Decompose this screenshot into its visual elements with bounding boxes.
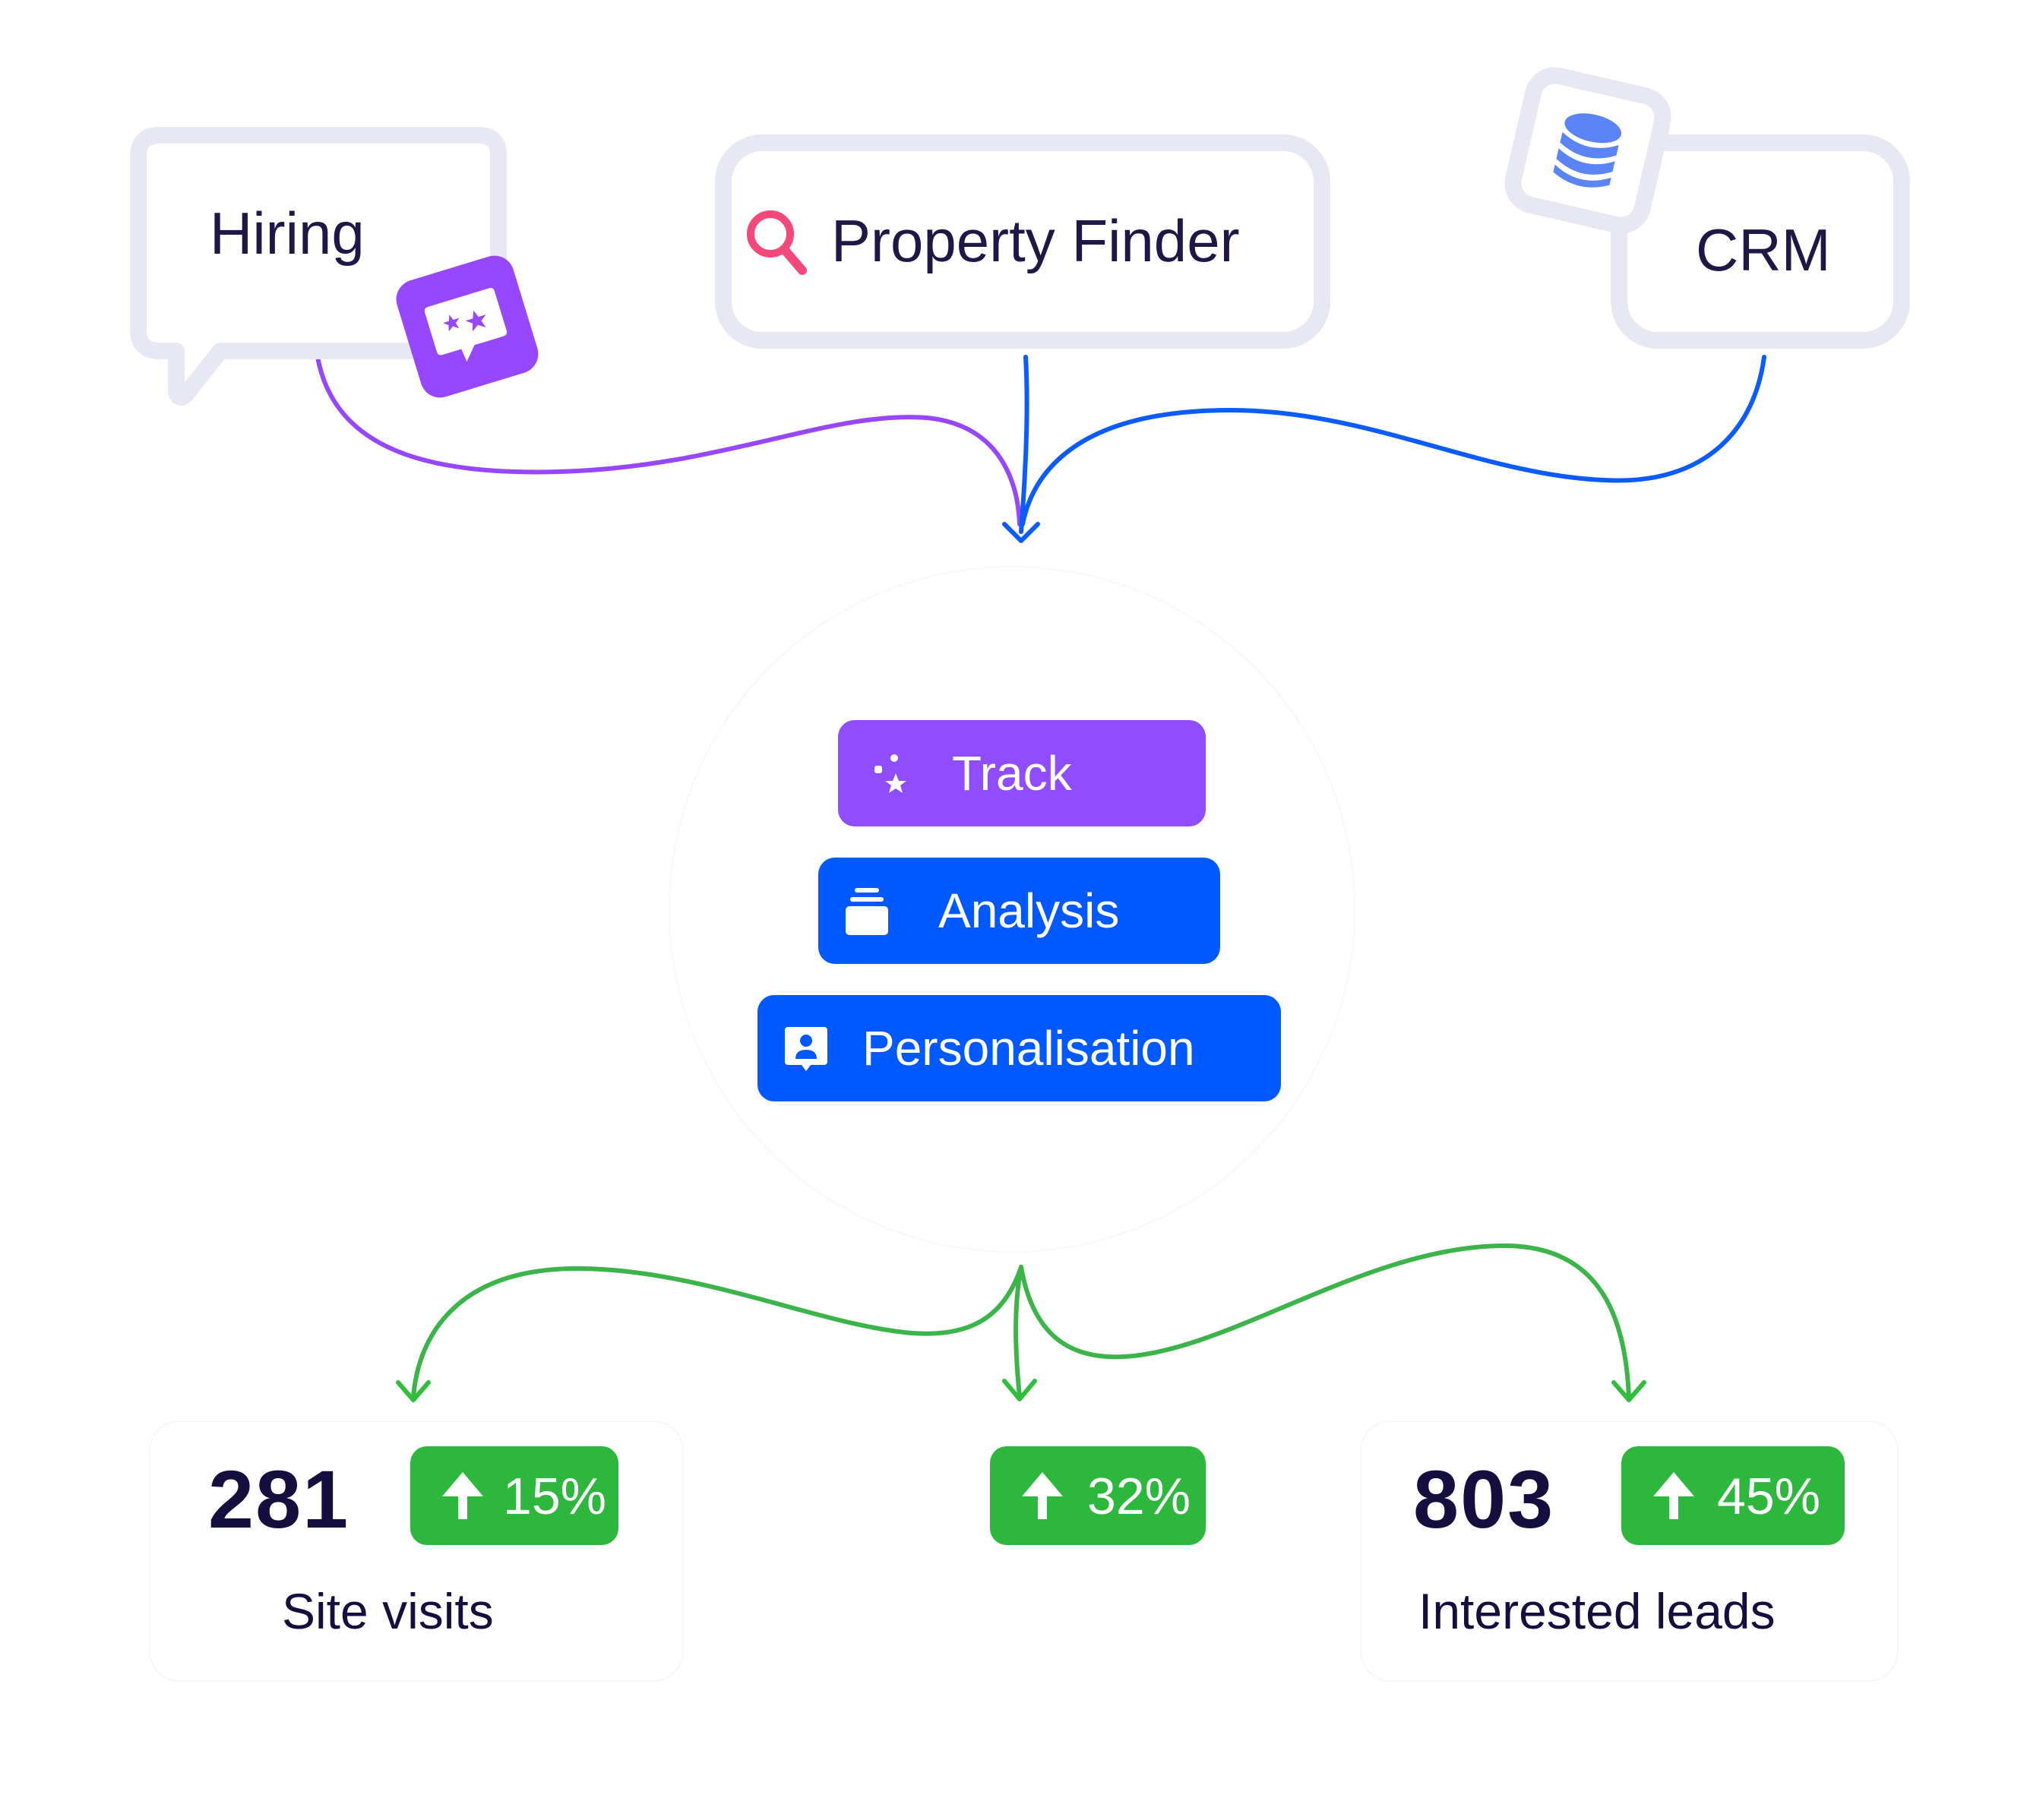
database-icon bbox=[1553, 113, 1621, 188]
middle-change-badge: 32% bbox=[990, 1446, 1206, 1545]
arrow-up-icon bbox=[441, 1471, 485, 1533]
interested-leads-change-badge: 45% bbox=[1621, 1446, 1845, 1545]
site-visits-label: Site visits bbox=[282, 1583, 494, 1639]
site-visits-value: 281 bbox=[208, 1453, 350, 1545]
crm-label: CRM bbox=[1696, 216, 1831, 283]
site-visits-change-badge: 15% bbox=[410, 1446, 618, 1545]
interested-leads-value: 803 bbox=[1413, 1453, 1555, 1545]
analysis-step[interactable]: Analysis bbox=[818, 858, 1220, 964]
personalisation-label: Personalisation bbox=[862, 1021, 1195, 1076]
user-card-icon bbox=[783, 1025, 829, 1074]
middle-change: 32% bbox=[1087, 1468, 1191, 1525]
arrow-up-icon bbox=[1652, 1471, 1696, 1533]
property-finder-label: Property Finder bbox=[831, 207, 1240, 274]
search-icon bbox=[743, 207, 811, 280]
interested-leads-change: 45% bbox=[1717, 1468, 1821, 1525]
site-visits-change: 15% bbox=[503, 1468, 607, 1525]
arrow-up-icon bbox=[1020, 1471, 1064, 1533]
track-label: Track bbox=[952, 746, 1072, 801]
interested-leads-label: Interested leads bbox=[1418, 1583, 1776, 1639]
personalisation-step[interactable]: Personalisation bbox=[757, 995, 1281, 1101]
sparkles-icon bbox=[871, 750, 917, 796]
track-step[interactable]: Track bbox=[838, 720, 1206, 826]
stack-icon bbox=[844, 886, 890, 937]
hiring-label: Hiring bbox=[210, 200, 365, 267]
analysis-label: Analysis bbox=[938, 883, 1120, 938]
